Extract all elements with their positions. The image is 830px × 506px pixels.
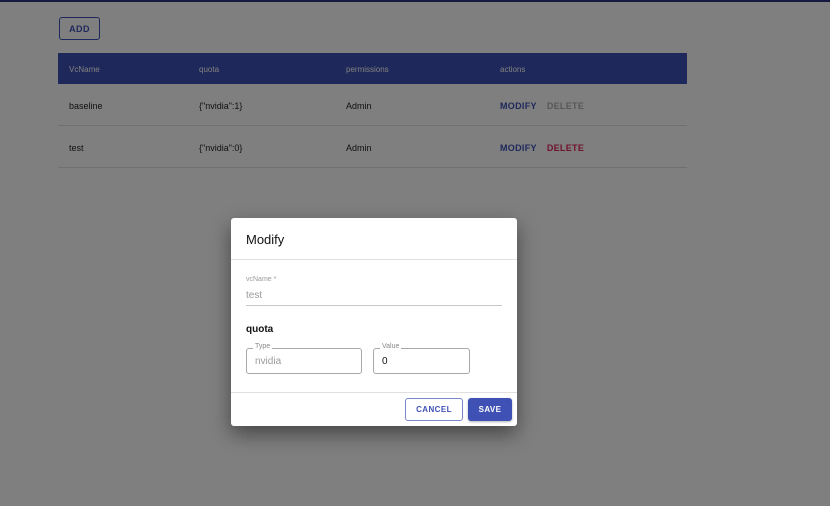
dialog-title: Modify: [246, 232, 285, 247]
value-field[interactable]: Value 0: [373, 343, 470, 374]
quota-section-title: quota: [246, 324, 274, 335]
vcname-underline: [246, 305, 502, 306]
save-button[interactable]: SAVE: [468, 398, 512, 421]
type-field: Type nvidia: [246, 343, 362, 374]
type-value: nvidia: [255, 356, 282, 367]
vcname-label: vcName *: [246, 276, 277, 283]
value-input[interactable]: 0: [382, 356, 388, 367]
dialog-divider: [231, 259, 517, 260]
modify-dialog: Modify vcName * test quota Type nvidia V…: [231, 218, 517, 426]
type-label: Type: [253, 343, 273, 350]
dialog-actions-divider: [231, 392, 517, 393]
cancel-button[interactable]: CANCEL: [405, 398, 463, 421]
value-label: Value: [380, 343, 402, 350]
vcname-field: test: [246, 290, 263, 301]
